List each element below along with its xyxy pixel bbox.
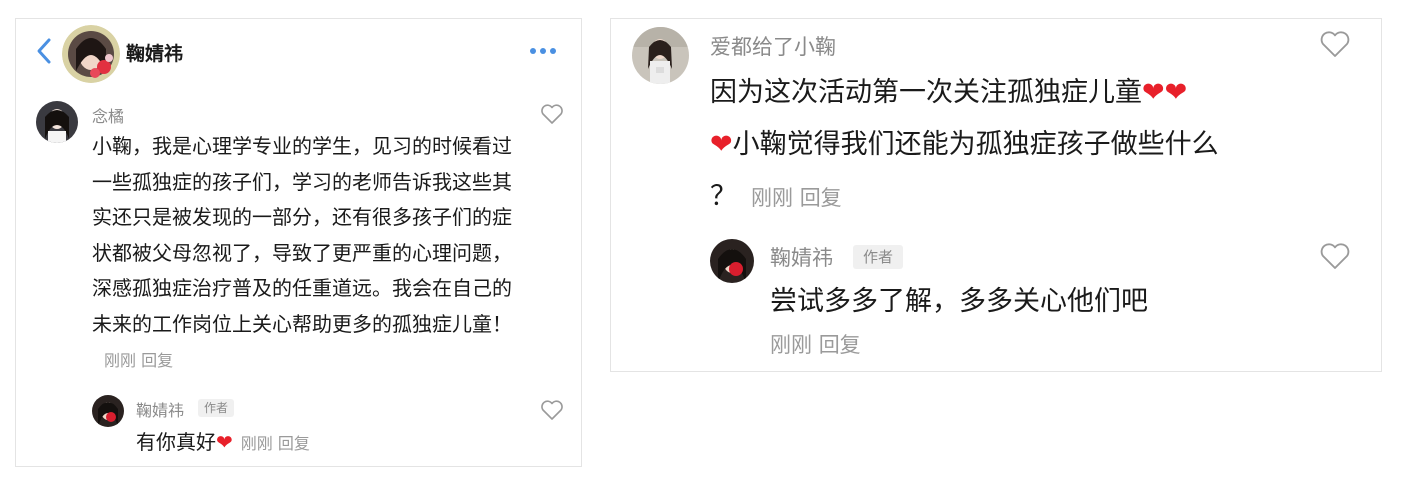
comment-line: 因为这次活动第一次关注孤独症儿童❤❤	[710, 67, 1310, 119]
comment-author-name[interactable]: 念橘	[92, 103, 124, 127]
red-heart-emoji-icon: ❤	[1142, 77, 1165, 108]
red-heart-emoji-icon: ❤	[1164, 77, 1188, 108]
reply-button[interactable]: 回复	[278, 434, 310, 453]
reply-body: 有你真好❤ 刚刚 回复	[136, 427, 310, 459]
reply-time: 刚刚	[770, 333, 812, 357]
comment-text: ？	[710, 181, 737, 212]
comment-text: 小鞠觉得我们还能为孤独症孩子做些什么	[732, 129, 1219, 160]
reply-author-avatar[interactable]	[92, 395, 124, 427]
comment-line: ❤小鞠觉得我们还能为孤独症孩子做些什么	[710, 119, 1310, 171]
comment-time: 刚刚	[104, 351, 137, 370]
reply-author-name[interactable]: 鞠婧祎	[770, 242, 833, 272]
like-heart-icon[interactable]	[540, 399, 564, 421]
comment-author-name[interactable]: 爱都给了小鞠	[710, 31, 836, 61]
header-title: 鞠婧祎	[126, 43, 184, 65]
header-avatar[interactable]	[62, 25, 120, 83]
reply-button[interactable]: 回复	[800, 186, 842, 210]
reply-meta: 刚刚 回复	[241, 434, 310, 453]
comment-meta: 刚刚 回复	[751, 186, 842, 210]
red-heart-emoji-icon: ❤	[216, 430, 233, 454]
reply-button[interactable]: 回复	[819, 333, 861, 357]
author-badge: 作者	[853, 245, 903, 269]
comment-author-avatar[interactable]	[632, 27, 689, 84]
comment-body: 因为这次活动第一次关注孤独症儿童❤❤ ❤小鞠觉得我们还能为孤独症孩子做些什么 ？…	[710, 67, 1310, 224]
reply-meta: 刚刚 回复	[770, 329, 861, 359]
reply-text: 尝试多多了解，多多关心他们吧	[770, 286, 1148, 317]
back-chevron-icon[interactable]	[35, 36, 53, 66]
comment-text: 小鞠，我是心理学专业的学生，见习的时候看过一些孤独症的孩子们，学习的老师告诉我这…	[92, 134, 512, 336]
like-heart-icon[interactable]	[1319, 241, 1351, 271]
more-dots-icon[interactable]	[528, 45, 558, 57]
like-heart-icon[interactable]	[540, 103, 564, 125]
comment-text: 因为这次活动第一次关注孤独症儿童	[710, 77, 1142, 108]
reply-button[interactable]: 回复	[141, 351, 173, 370]
comment-meta: 刚刚 回复	[104, 351, 173, 370]
red-heart-emoji-icon: ❤	[710, 129, 733, 160]
reply-time: 刚刚	[240, 434, 273, 453]
comment-author-avatar[interactable]	[36, 101, 78, 143]
reply-text: 有你真好	[136, 430, 216, 454]
reply-author-name[interactable]: 鞠婧祎	[136, 397, 184, 421]
author-badge: 作者	[198, 399, 234, 417]
reply-author-avatar[interactable]	[710, 239, 754, 283]
like-heart-icon[interactable]	[1319, 29, 1351, 59]
comment-thread-panel-right: 爱都给了小鞠 因为这次活动第一次关注孤独症儿童❤❤ ❤小鞠觉得我们还能为孤独症孩…	[610, 18, 1382, 372]
comment-line: ？ 刚刚 回复	[710, 171, 1310, 224]
comment-thread-panel-left: 鞠婧祎 念橘 小鞠，我是心理学专业的学生，见习的时候看过一些孤独症的孩子们，学习…	[15, 18, 582, 467]
comment-body: 小鞠，我是心理学专业的学生，见习的时候看过一些孤独症的孩子们，学习的老师告诉我这…	[92, 129, 530, 379]
comment-time: 刚刚	[751, 186, 793, 210]
